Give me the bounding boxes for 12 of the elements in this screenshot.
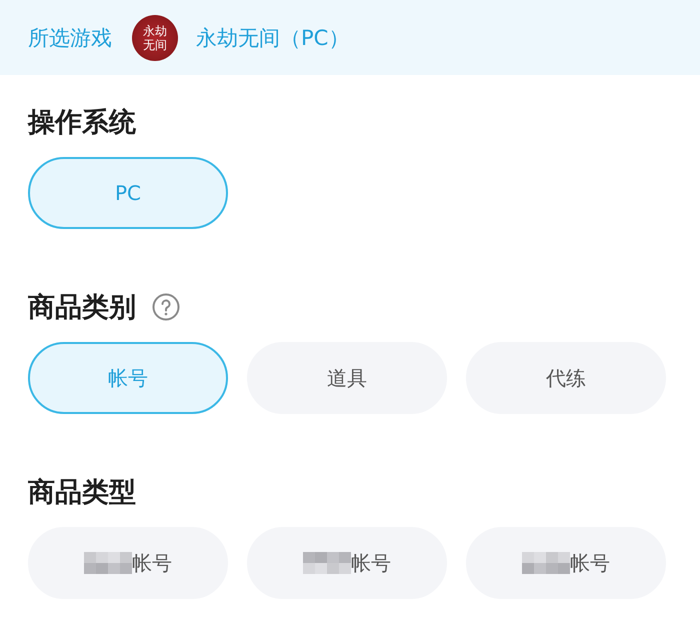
option-button[interactable]: 道具 (247, 342, 447, 414)
game-logo: 永劫无间 (132, 14, 178, 60)
option-button[interactable]: 帐号 (247, 527, 447, 599)
section-title: 操作系统 (28, 106, 136, 140)
option-button[interactable]: 帐号 (28, 527, 228, 599)
help-icon[interactable] (152, 293, 180, 321)
header-label: 所选游戏 (28, 24, 112, 52)
section-title: 商品类别 (28, 291, 136, 325)
option-button[interactable]: 帐号 (466, 527, 666, 599)
option-button[interactable]: 代练 (466, 342, 666, 414)
game-name: 永劫无间（PC） (196, 24, 350, 52)
section-title: 商品类型 (28, 476, 136, 510)
